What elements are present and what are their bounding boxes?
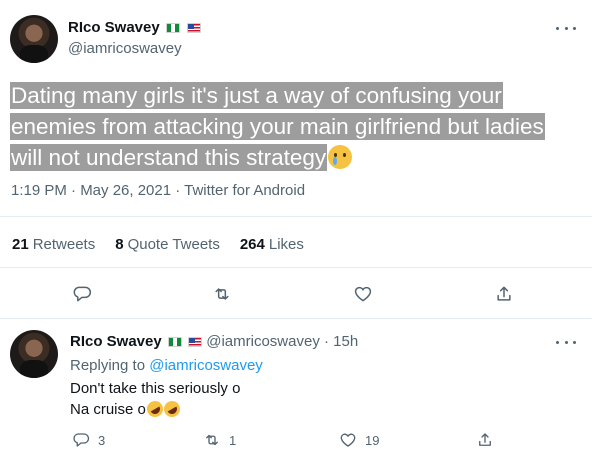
reply-more-options-icon[interactable] — [556, 339, 576, 345]
like-button[interactable] — [351, 282, 375, 306]
tweet-timestamp[interactable]: 1:19 PM · May 26, 2021 · Twitter for And… — [11, 182, 305, 199]
reply-icon — [73, 286, 92, 302]
like-icon — [354, 286, 372, 302]
reply-share-button[interactable] — [476, 431, 494, 449]
reply-text-line-2: Na cruise o — [70, 398, 183, 420]
tweet-text-line: will not understand this strategy — [10, 144, 328, 171]
reply-text-line: Don't take this seriously o — [70, 380, 241, 397]
reply-text: Na cruise o — [70, 401, 146, 418]
rofl-emoji-icon — [143, 398, 166, 420]
like-icon — [340, 433, 356, 447]
share-icon — [497, 286, 511, 301]
divider — [0, 267, 592, 268]
reply-reply-button[interactable]: 3 — [72, 431, 105, 449]
reply-like-button[interactable]: 19 — [339, 431, 379, 449]
quote-tweets-count: 8 — [115, 236, 124, 253]
us-flag-icon — [188, 337, 203, 347]
likes-label: Likes — [268, 236, 304, 253]
author-handle[interactable]: @iamricoswavey — [68, 40, 182, 57]
likes-stat[interactable]: 264 Likes — [240, 236, 304, 253]
crying-face-emoji-icon — [328, 145, 353, 169]
retweets-count: 21 — [12, 236, 29, 253]
reply-count: 3 — [98, 432, 106, 448]
retweet-icon — [206, 434, 218, 446]
nigeria-flag-icon — [167, 337, 182, 347]
retweet-count: 1 — [229, 432, 237, 448]
author-name-row: RIco Swavey — [68, 19, 201, 37]
author-name[interactable]: RIco Swavey — [68, 19, 160, 36]
tweet-stats: 21 Retweets 8 Quote Tweets 264 Likes — [12, 236, 304, 253]
nigeria-flag-icon — [166, 23, 181, 33]
tweet-text: Dating many girls it's just a way of con… — [10, 80, 570, 173]
tweet-text-line: Dating many girls it's just a way of con… — [10, 82, 503, 109]
rofl-emoji-icon — [160, 398, 183, 420]
replying-to: Replying to @iamricoswavey — [70, 357, 263, 374]
divider — [0, 318, 592, 319]
reply-button[interactable] — [70, 282, 94, 306]
retweet-icon — [215, 288, 229, 300]
divider — [0, 216, 592, 217]
more-options-icon[interactable] — [556, 25, 576, 31]
reply-author-handle[interactable]: @iamricoswavey — [206, 333, 320, 350]
retweets-stat[interactable]: 21 Retweets — [12, 236, 95, 253]
like-count: 19 — [365, 432, 380, 448]
likes-count: 264 — [239, 236, 265, 253]
reply-author-avatar[interactable] — [10, 330, 58, 378]
reply-retweet-button[interactable]: 1 — [203, 431, 236, 449]
quote-tweets-stat[interactable]: 8 Quote Tweets — [115, 236, 220, 253]
tweet-text-line: enemies from attacking your main girlfri… — [10, 113, 545, 140]
author-avatar[interactable] — [10, 15, 58, 63]
reply-author-name[interactable]: RIco Swavey — [70, 333, 162, 350]
us-flag-icon — [186, 23, 201, 33]
reply-time[interactable]: · 15h — [324, 333, 358, 350]
replying-to-label: Replying to — [70, 357, 146, 374]
reply-icon — [73, 433, 90, 447]
quote-tweets-label: Quote Tweets — [127, 236, 220, 253]
retweet-button[interactable] — [210, 282, 234, 306]
share-button[interactable] — [492, 282, 516, 306]
retweets-label: Retweets — [32, 236, 96, 253]
share-icon — [479, 433, 491, 446]
replying-to-handle[interactable]: @iamricoswavey — [149, 357, 263, 374]
reply-header: RIco Swavey @iamricoswavey · 15h — [70, 333, 358, 350]
